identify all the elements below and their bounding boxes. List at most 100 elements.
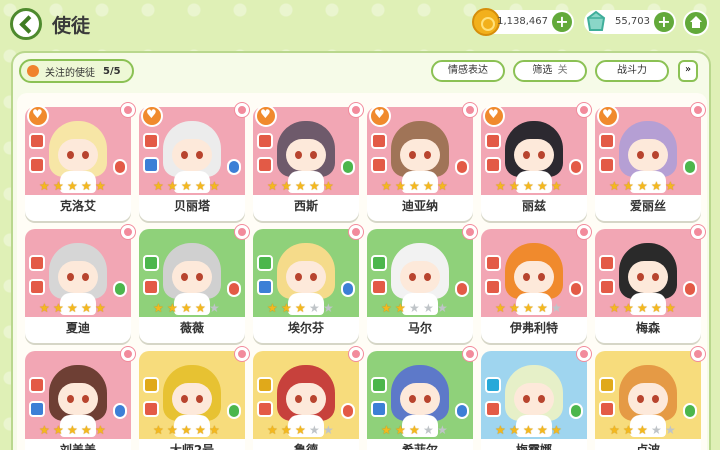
apostle-card[interactable]: ★★★★★爱丽丝 [595, 103, 705, 221]
element-icon [29, 255, 45, 271]
star-rating: ★ ★ ★ ★ ★ [39, 423, 108, 437]
star-icon: ★ [523, 423, 534, 437]
star-rating: ★ ★ ★ ★ ★ [39, 301, 108, 315]
character-eye [424, 273, 431, 281]
flower-badge-icon [235, 347, 249, 361]
apostle-card[interactable]: ★ ★ ★ ★ ★ 马尔 [367, 225, 477, 343]
back-button[interactable] [10, 8, 42, 40]
favorite-heart-icon[interactable] [255, 105, 277, 127]
sort-power-button[interactable]: 战斗力 [595, 60, 669, 82]
character-eye [67, 273, 74, 281]
add-gold-button[interactable]: + [552, 12, 572, 32]
star-icon: ★ [381, 423, 392, 437]
flower-badge-icon [577, 347, 591, 361]
class-icon [257, 401, 273, 417]
apostle-card[interactable]: ★ ★ ★ ★ ★ 卢波 [595, 347, 705, 450]
star-icon: ★ [423, 179, 434, 193]
favorite-heart-icon[interactable] [141, 105, 163, 127]
star-rating: ★ ★ ★ ★ ★ [609, 302, 678, 315]
star-rating: ★ ★ ★ ★ ★ [153, 179, 222, 193]
star-icon: ★ [95, 423, 106, 437]
add-gem-button[interactable]: + [654, 12, 674, 32]
role-arrow-icon [227, 403, 241, 419]
emotion-button[interactable]: 情感表达 [431, 60, 505, 82]
star-icon: ★ [181, 423, 192, 437]
star-icon: ★ [409, 179, 420, 193]
apostle-card[interactable]: ★★★★★贝丽塔 [139, 103, 249, 221]
chevron-down-double-icon[interactable]: » [678, 60, 698, 82]
followed-apostles-toggle[interactable]: 关注的使徒 5/5 [19, 59, 134, 83]
star-icon: ★ [281, 301, 292, 315]
filter-button[interactable]: 筛选 关 [513, 60, 587, 82]
star-icon: ★ [153, 301, 164, 315]
star-icon: ★ [437, 423, 448, 437]
apostle-card[interactable]: ★★★★★迪亚纳 [367, 103, 477, 221]
star-rating: ★ ★ ★ ★ ★ [153, 301, 222, 315]
apostle-grid: ★★★★★克洛艾★★★★★贝丽塔★★★★★西斯★★★★★迪亚纳★★★★★丽兹★★… [17, 93, 707, 450]
apostle-portrait: ★ ★ ★ ★ ★ [25, 351, 131, 439]
character-eye [652, 395, 659, 403]
favorite-heart-icon[interactable] [27, 105, 49, 127]
apostle-portrait: ★ ★ ★ ★ ★ [25, 229, 131, 317]
star-icon: ★ [637, 179, 648, 193]
apostle-name: 夏迪 [65, 321, 90, 335]
star-icon: ★ [381, 301, 392, 315]
element-icon [257, 377, 273, 393]
character-face [286, 139, 326, 171]
favorite-heart-icon[interactable] [369, 105, 391, 127]
character-eye [295, 273, 302, 281]
flower-badge-icon [121, 103, 135, 117]
apostle-name: 埃尔芬 [287, 321, 324, 335]
apostle-portrait: ★ ★ ★ ★ ★ [481, 351, 587, 439]
apostle-card[interactable]: ★★★★★克洛艾 [25, 103, 135, 221]
element-icon [143, 133, 159, 149]
role-arrow-icon [569, 159, 583, 175]
character-face [286, 261, 326, 293]
star-icon: ★ [81, 301, 92, 315]
apostle-card[interactable]: ★ ★ ★ ★ ★ 薇薇 [139, 225, 249, 343]
character-eye [82, 395, 89, 403]
class-icon [599, 401, 615, 417]
apostle-name: 刘美美 [59, 443, 96, 450]
home-button[interactable] [683, 10, 709, 36]
flower-badge-icon [121, 347, 135, 361]
favorite-heart-icon[interactable] [483, 105, 505, 127]
star-icon: ★ [409, 423, 420, 437]
star-icon: ★ [167, 179, 178, 193]
element-icon [257, 255, 273, 271]
apostle-card[interactable]: ★ ★ ★ ★ ★ 梅森 [595, 225, 705, 343]
apostle-portrait: ★ ★ ★ ★ ★ [139, 351, 245, 439]
character-eye [409, 395, 416, 403]
emotion-label: 情感表达 [448, 65, 488, 76]
apostle-card[interactable]: ★ ★ ★ ★ ★ 夏迪 [25, 225, 135, 343]
character-eye [652, 151, 659, 159]
apostle-name: 克洛艾 [59, 199, 96, 213]
apostle-card[interactable]: ★ ★ ★ ★ ★ 埃尔芬 [253, 225, 363, 343]
star-icon: ★ [437, 179, 448, 193]
apostle-card[interactable]: ★ ★ ★ ★ ★ 伊弗利特 [481, 225, 591, 343]
star-icon: ★ [495, 301, 506, 315]
character-eye [523, 151, 530, 159]
apostle-name: 伊弗利特 [509, 321, 558, 335]
apostle-card[interactable]: ★ ★ ★ ★ ★ 梅露娜 [481, 347, 591, 450]
apostle-card[interactable]: ★ ★ ★ ★ ★ 鲁德 [253, 347, 363, 450]
apostle-card[interactable]: ★ ★ ★ ★ ★ 刘美美 [25, 347, 135, 450]
favorite-heart-icon[interactable] [597, 105, 619, 127]
star-icon: ★ [323, 423, 334, 437]
apostle-portrait: ★ ★ ★ ★ ★ [367, 229, 473, 317]
apostle-card[interactable]: ★ ★ ★ ★ ★ 大师2号 [139, 347, 249, 450]
apostle-card[interactable]: ★★★★★西斯 [253, 103, 363, 221]
star-icon: ★ [323, 179, 334, 193]
follow-label: 关注的使徒 [45, 67, 95, 79]
star-rating: ★ ★ ★ ★ ★ [495, 423, 564, 437]
apostle-card[interactable]: ★ ★ ★ ★ ★ 希菲尔 [367, 347, 477, 450]
role-arrow-icon [455, 403, 469, 419]
star-icon: ★ [309, 423, 320, 437]
star-icon: ★ [153, 423, 164, 437]
class-icon [29, 279, 45, 295]
class-icon [371, 401, 387, 417]
element-icon [599, 377, 615, 393]
role-arrow-icon [341, 403, 355, 419]
star-icon: ★ [209, 423, 220, 437]
apostle-card[interactable]: ★★★★★丽兹 [481, 103, 591, 221]
